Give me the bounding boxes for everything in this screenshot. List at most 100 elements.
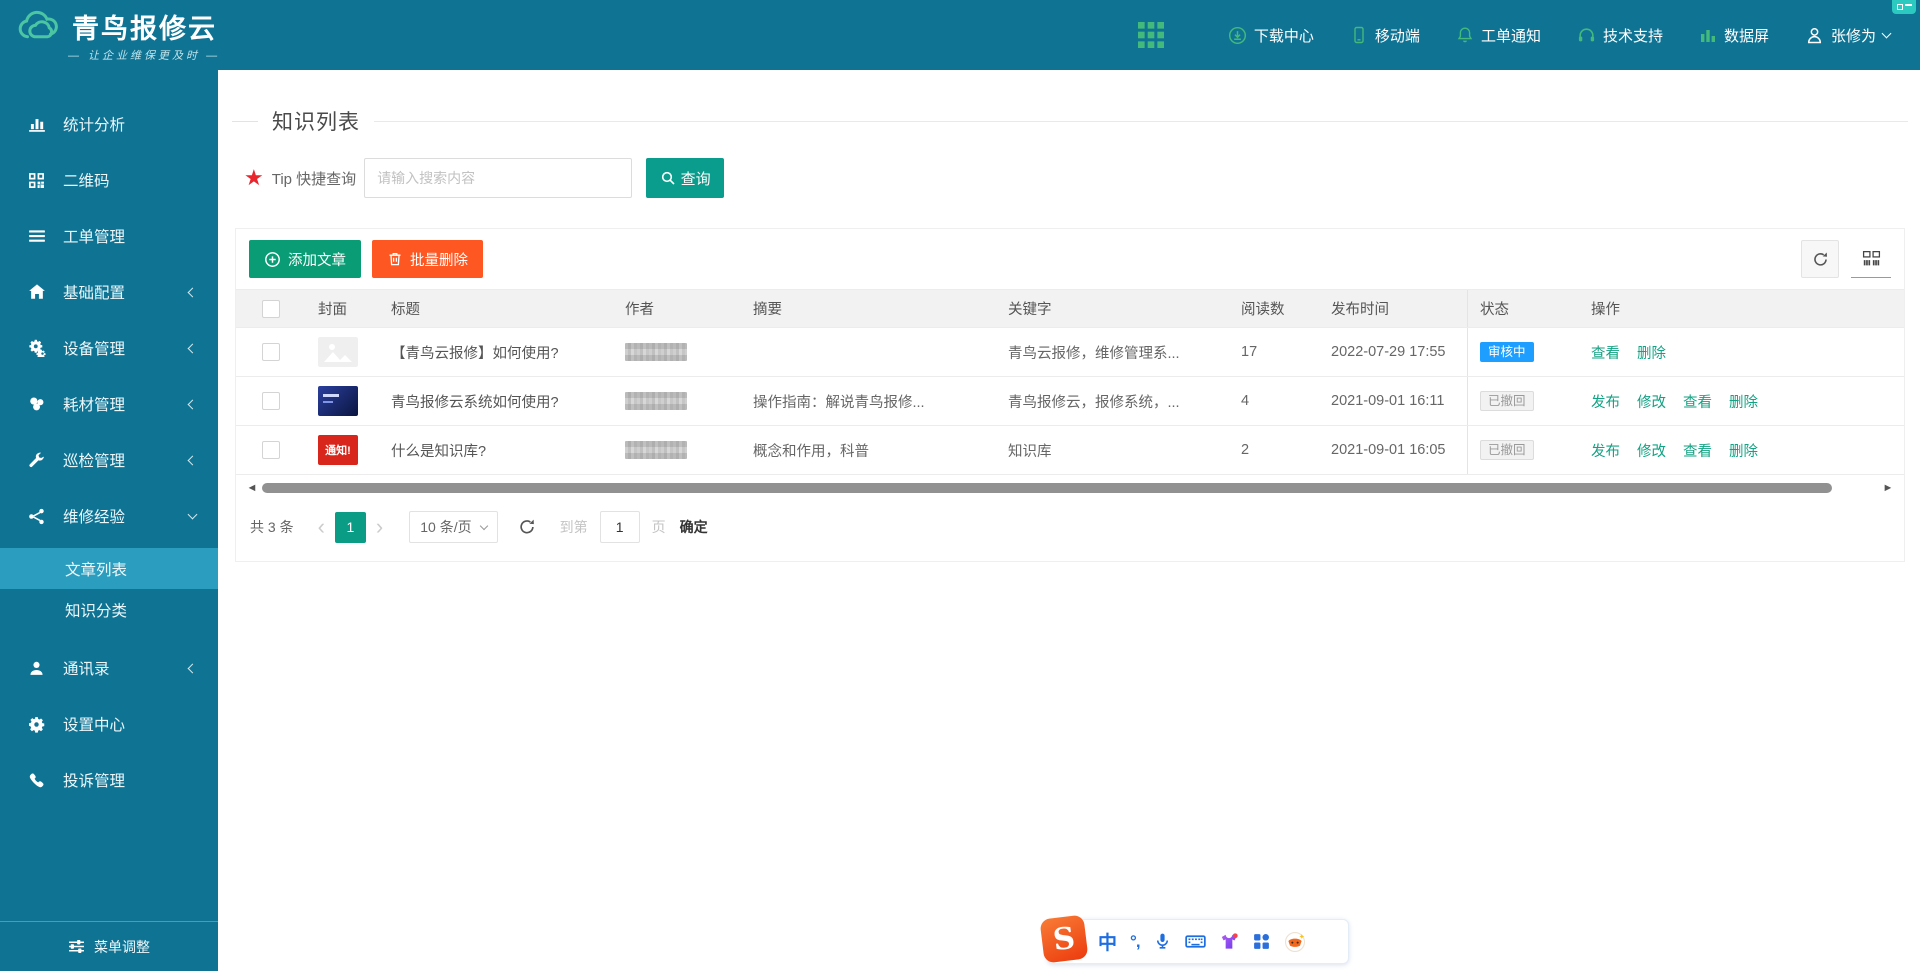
nav-item-download-center[interactable]: 下载中心 <box>1228 25 1314 46</box>
sidebar-item-label: 耗材管理 <box>63 393 125 415</box>
author-redacted <box>625 392 687 410</box>
sidebar-item-complaints[interactable]: 投诉管理 <box>0 752 218 808</box>
row-keywords: 青鸟云报修，维修管理系... <box>996 328 1229 376</box>
query-button[interactable]: 查询 <box>646 158 724 198</box>
row-reads: 17 <box>1229 328 1319 376</box>
edit-link[interactable]: 修改 <box>1637 440 1666 461</box>
pagination: 共 3 条 ‹ 1 › 10 条/页 到第 页 确定 <box>236 501 1904 561</box>
row-summary: 操作指南：解说青鸟报修... <box>741 377 996 425</box>
refresh-table-button[interactable] <box>1801 240 1839 278</box>
microphone-icon[interactable] <box>1153 932 1172 951</box>
sidebar-item-settings-center[interactable]: 设置中心 <box>0 696 218 752</box>
sidebar-item-consumables[interactable]: 耗材管理 <box>0 376 218 432</box>
scroll-left-arrow[interactable]: ◄ <box>244 482 260 494</box>
status-badge: 审核中 <box>1480 342 1534 363</box>
delete-link[interactable]: 删除 <box>1637 342 1666 363</box>
publish-link[interactable]: 发布 <box>1591 391 1620 412</box>
sidebar-item-article-list[interactable]: 文章列表 <box>0 548 218 589</box>
author-redacted <box>625 441 687 459</box>
ime-toolbar: S 中 °, <box>1047 919 1349 964</box>
qrcode-icon <box>28 172 48 189</box>
row-summary <box>741 328 996 376</box>
user-menu[interactable]: 张修为 <box>1805 25 1890 46</box>
user-name: 张修为 <box>1831 25 1876 46</box>
sidebar-item-work-orders[interactable]: 工单管理 <box>0 208 218 264</box>
row-published: 2021-09-01 16:05 <box>1319 426 1467 474</box>
sidebar-item-inspection[interactable]: 巡检管理 <box>0 432 218 488</box>
ime-punctuation-icon[interactable]: °, <box>1130 932 1140 952</box>
sidebar-item-basic-config[interactable]: 基础配置 <box>0 264 218 320</box>
sidebar: 统计分析 二维码 工单管理 <box>0 70 218 971</box>
batch-delete-label: 批量删除 <box>410 249 468 270</box>
sogou-logo-icon[interactable]: S <box>1039 914 1088 963</box>
top-nav: 下载中心 移动端 工单通知 <box>1138 22 1890 48</box>
delete-link[interactable]: 删除 <box>1729 391 1758 412</box>
sidebar-item-label: 设备管理 <box>63 337 125 359</box>
refresh-page-button[interactable] <box>518 518 536 536</box>
sidebar-item-qrcode[interactable]: 二维码 <box>0 152 218 208</box>
goto-page-input[interactable] <box>600 511 640 543</box>
sliders-icon <box>68 938 85 955</box>
scroll-right-arrow[interactable]: ► <box>1880 482 1896 494</box>
view-link[interactable]: 查看 <box>1683 391 1712 412</box>
edit-link[interactable]: 修改 <box>1637 391 1666 412</box>
nav-label: 下载中心 <box>1254 25 1314 46</box>
search-input[interactable] <box>364 158 632 198</box>
publish-link[interactable]: 发布 <box>1591 440 1620 461</box>
gear-icon <box>28 716 48 733</box>
row-checkbox[interactable] <box>262 441 280 459</box>
keyboard-icon[interactable] <box>1185 931 1206 952</box>
search-icon <box>660 170 676 186</box>
star-icon: ★ <box>244 167 264 189</box>
circles-icon <box>28 395 48 413</box>
wrench-icon <box>28 452 48 469</box>
sidebar-item-statistics[interactable]: 统计分析 <box>0 96 218 152</box>
share-icon <box>28 508 48 525</box>
goto-confirm-button[interactable]: 确定 <box>680 517 708 537</box>
columns-toggle-button[interactable] <box>1851 240 1891 278</box>
add-article-button[interactable]: 添加文章 <box>249 240 361 278</box>
select-all-checkbox[interactable] <box>262 300 280 318</box>
scrollbar-thumb[interactable] <box>262 483 1832 493</box>
title-divider <box>232 121 258 122</box>
bell-icon <box>1456 26 1474 44</box>
chevron-left-icon <box>188 455 198 465</box>
table-header-row: 封面 标题 作者 摘要 关键字 阅读数 发布时间 状态 操作 <box>236 290 1904 328</box>
view-link[interactable]: 查看 <box>1591 342 1620 363</box>
emoji-fox-icon[interactable] <box>1284 931 1306 953</box>
nav-item-tech-support[interactable]: 技术支持 <box>1577 25 1663 46</box>
skin-icon[interactable] <box>1219 932 1239 952</box>
sidebar-item-knowledge-category[interactable]: 知识分类 <box>0 589 218 630</box>
sidebar-item-repair-experience[interactable]: 维修经验 <box>0 488 218 544</box>
scrollbar-track[interactable] <box>260 483 1880 493</box>
row-checkbox[interactable] <box>262 343 280 361</box>
view-link[interactable]: 查看 <box>1683 440 1712 461</box>
user-icon <box>1805 26 1824 45</box>
sidebar-item-label: 工单管理 <box>63 225 125 247</box>
batch-delete-button[interactable]: 批量删除 <box>372 240 483 278</box>
total-count: 共 3 条 <box>250 517 294 537</box>
nav-item-order-notify[interactable]: 工单通知 <box>1456 25 1541 46</box>
brand: 青鸟报修云 — 让企业维保更及时 — <box>16 7 276 63</box>
page-size-select[interactable]: 10 条/页 <box>409 511 497 543</box>
sidebar-menu-adjust[interactable]: 菜单调整 <box>0 921 218 971</box>
delete-link[interactable]: 删除 <box>1729 440 1758 461</box>
bar-chart-icon <box>28 115 48 133</box>
sidebar-item-device-mgmt[interactable]: 设备管理 <box>0 320 218 376</box>
row-checkbox[interactable] <box>262 392 280 410</box>
toolbox-grid-icon[interactable] <box>1252 932 1271 951</box>
current-page-button[interactable]: 1 <box>335 512 366 543</box>
nav-item-mobile[interactable]: 移动端 <box>1350 25 1420 46</box>
trash-icon <box>387 251 403 267</box>
nav-item-data-screen[interactable]: 数据屏 <box>1699 25 1769 46</box>
sidebar-item-label: 统计分析 <box>63 113 125 135</box>
brand-name: 青鸟报修云 <box>72 7 217 46</box>
sidebar-item-contacts[interactable]: 通讯录 <box>0 640 218 696</box>
cover-image-placeholder <box>318 337 358 367</box>
next-page-button[interactable]: › <box>376 516 383 538</box>
person-icon <box>28 660 48 677</box>
row-title: 青鸟报修云系统如何使用? <box>379 377 613 425</box>
ime-language-mode[interactable]: 中 <box>1098 928 1117 955</box>
prev-page-button[interactable]: ‹ <box>318 516 325 538</box>
apps-grid-icon[interactable] <box>1138 22 1164 48</box>
